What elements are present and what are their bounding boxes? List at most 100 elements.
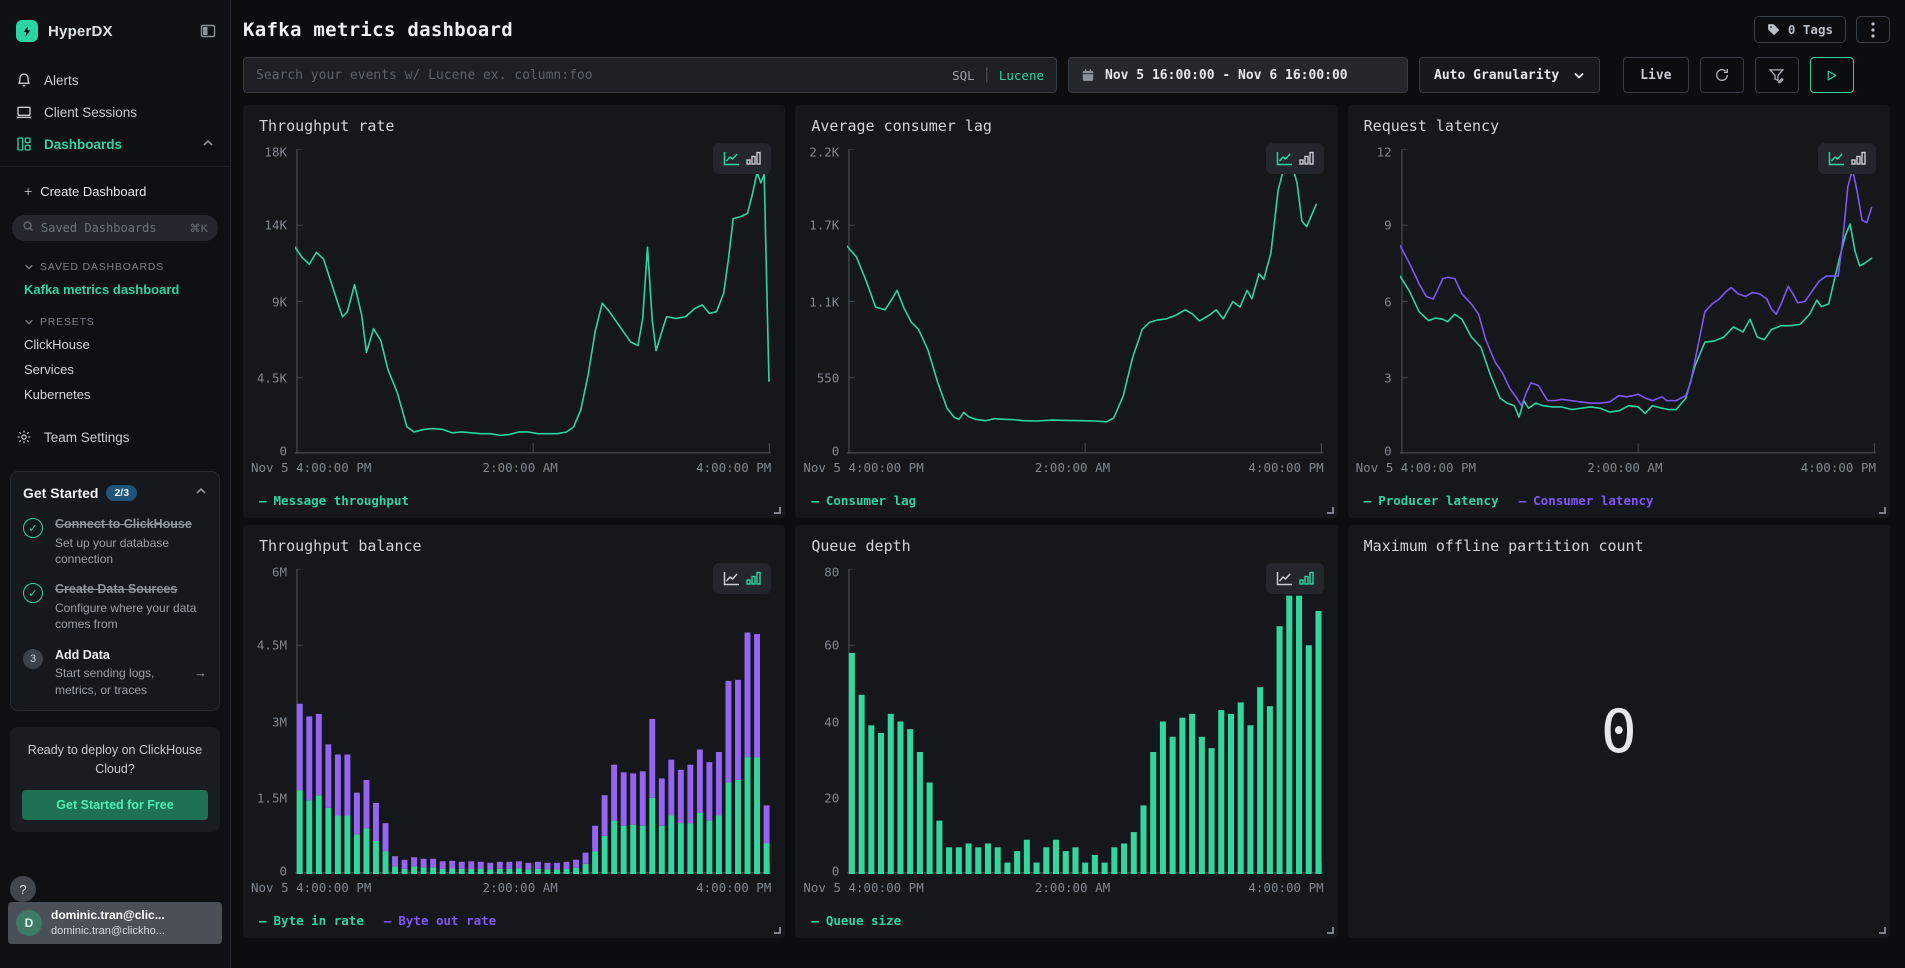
resize-handle[interactable] xyxy=(774,507,781,514)
sql-mode-toggle[interactable]: SQL xyxy=(952,68,975,83)
tags-button[interactable]: 0 Tags xyxy=(1754,16,1846,43)
check-icon: ✓ xyxy=(23,583,43,603)
user-menu[interactable]: D dominic.tran@clic... dominic.tran@clic… xyxy=(8,902,222,944)
y-axis-labels: 806040200 xyxy=(803,569,847,874)
x-tick-label: 4:00:00 PM xyxy=(1248,880,1323,895)
hyperdx-logo-icon xyxy=(16,20,38,42)
bar-chart-icon[interactable] xyxy=(746,571,761,586)
live-button[interactable]: Live xyxy=(1623,57,1688,93)
legend-label: Producer latency xyxy=(1378,493,1498,508)
resize-handle[interactable] xyxy=(774,927,781,934)
y-tick-label: 0 xyxy=(1384,444,1392,459)
get-started-step-3[interactable]: 3 Add Data Start sending logs, metrics, … xyxy=(23,647,207,698)
run-query-button[interactable] xyxy=(1810,57,1854,93)
cloud-promo-text: Ready to deploy on ClickHouse Cloud? xyxy=(22,741,208,779)
chart-legend: —Message throughput xyxy=(259,493,409,508)
presets-header[interactable]: PRESETS xyxy=(0,302,230,332)
chart-type-toggle[interactable] xyxy=(713,143,771,174)
line-chart-icon[interactable] xyxy=(1276,151,1293,166)
line-chart-icon[interactable] xyxy=(1828,151,1845,166)
y-tick-label: 6 xyxy=(1384,294,1392,309)
x-axis-labels: Nov 5 4:00:00 PM2:00:00 AM4:00:00 PM xyxy=(803,880,1323,896)
more-options-button[interactable] xyxy=(1856,16,1890,43)
y-axis-labels: 2.2K1.7K1.1K5500 xyxy=(803,149,847,454)
resize-handle[interactable] xyxy=(1879,927,1886,934)
chart-type-toggle[interactable] xyxy=(1818,143,1876,174)
legend-item: —Consumer latency xyxy=(1519,493,1654,508)
date-range-value: Nov 5 16:00:00 - Nov 6 16:00:00 xyxy=(1105,68,1348,83)
user-name: dominic.tran@clic... xyxy=(51,908,165,924)
granularity-select[interactable]: Auto Granularity xyxy=(1419,57,1600,93)
legend-swatch: — xyxy=(259,913,267,928)
x-axis-labels: Nov 5 4:00:00 PM2:00:00 AM4:00:00 PM xyxy=(251,460,771,476)
chevron-up-icon[interactable] xyxy=(195,484,207,502)
sidebar-item-kafka-dashboard[interactable]: Kafka metrics dashboard xyxy=(0,277,230,302)
legend-item: —Byte in rate xyxy=(259,913,364,928)
chart-type-toggle[interactable] xyxy=(1266,563,1324,594)
y-axis-labels: 6M4.5M3M1.5M0 xyxy=(251,569,295,874)
step-desc: Set up your database connection xyxy=(55,535,207,567)
x-tick-label: 2:00:00 AM xyxy=(483,880,558,895)
bar-chart-icon[interactable] xyxy=(1299,571,1314,586)
legend-item: —Consumer lag xyxy=(811,493,916,508)
sidebar-collapse-icon[interactable] xyxy=(200,23,216,39)
chart-type-toggle[interactable] xyxy=(713,563,771,594)
x-tick-label: Nov 5 4:00:00 PM xyxy=(1356,460,1476,475)
legend-swatch: — xyxy=(811,493,819,508)
progress-badge: 2/3 xyxy=(106,485,137,501)
refresh-button[interactable] xyxy=(1700,57,1744,93)
nav-label: Client Sessions xyxy=(44,105,137,120)
event-search-box[interactable]: SQL | Lucene xyxy=(243,57,1057,93)
team-settings-button[interactable]: Team Settings xyxy=(0,407,230,467)
bar-chart-icon[interactable] xyxy=(1851,151,1866,166)
x-tick-label: 4:00:00 PM xyxy=(696,880,771,895)
line-chart-icon[interactable] xyxy=(1276,571,1293,586)
step-number: 3 xyxy=(23,649,43,669)
resize-handle[interactable] xyxy=(1327,507,1334,514)
resize-handle[interactable] xyxy=(1879,507,1886,514)
bar-chart-icon[interactable] xyxy=(1299,151,1314,166)
tag-icon xyxy=(1767,23,1780,36)
event-search-input[interactable] xyxy=(256,68,942,83)
preset-kubernetes[interactable]: Kubernetes xyxy=(0,382,230,407)
y-tick-label: 40 xyxy=(824,714,839,729)
shortcut-hint: ⌘K xyxy=(190,222,208,235)
cloud-promo-card: Ready to deploy on ClickHouse Cloud? Get… xyxy=(10,727,220,833)
search-placeholder: Saved Dashboards xyxy=(41,221,157,235)
saved-dashboards-header[interactable]: SAVED DASHBOARDS xyxy=(0,247,230,277)
filter-button[interactable] xyxy=(1755,57,1799,93)
sidebar-item-client-sessions[interactable]: Client Sessions xyxy=(0,96,230,128)
plot-area: 6M4.5M3M1.5M0 xyxy=(251,569,771,874)
chart-title: Maximum offline partition count xyxy=(1364,537,1644,555)
stacked-bar-chart-svg xyxy=(295,569,771,874)
resize-handle[interactable] xyxy=(1327,927,1334,934)
help-button[interactable]: ? xyxy=(10,876,36,902)
plot-area: 18K14K9K4.5K0 xyxy=(251,149,771,454)
chart-type-toggle[interactable] xyxy=(1266,143,1324,174)
x-tick-label: 2:00:00 AM xyxy=(1587,460,1662,475)
brand-name: HyperDX xyxy=(48,23,113,40)
line-chart-icon[interactable] xyxy=(723,151,740,166)
sidebar-item-alerts[interactable]: Alerts xyxy=(0,64,230,96)
step-title: Add Data xyxy=(55,647,180,664)
legend-swatch: — xyxy=(811,913,819,928)
y-tick-label: 4.5M xyxy=(257,638,287,653)
date-range-picker[interactable]: Nov 5 16:00:00 - Nov 6 16:00:00 xyxy=(1068,57,1408,93)
legend-label: Consumer latency xyxy=(1533,493,1653,508)
single-value-display: 0 xyxy=(1348,525,1890,938)
line-chart-icon[interactable] xyxy=(723,571,740,586)
main-content: Kafka metrics dashboard 0 Tags SQL | Luc… xyxy=(231,0,1905,968)
get-started-step-1[interactable]: ✓ Connect to ClickHouse Set up your data… xyxy=(23,516,207,567)
saved-dashboards-search[interactable]: Saved Dashboards ⌘K xyxy=(12,215,218,241)
sidebar-item-dashboards[interactable]: Dashboards xyxy=(0,128,230,160)
chevron-down-icon xyxy=(1573,69,1585,81)
get-started-step-2[interactable]: ✓ Create Data Sources Configure where yo… xyxy=(23,581,207,632)
bar-chart-icon[interactable] xyxy=(746,151,761,166)
refresh-icon xyxy=(1714,67,1730,83)
create-dashboard-button[interactable]: + Create Dashboard xyxy=(0,167,230,209)
app-root: HyperDX Alerts Client Sessions Dashboard… xyxy=(0,0,1905,968)
get-started-free-button[interactable]: Get Started for Free xyxy=(22,790,208,820)
preset-clickhouse[interactable]: ClickHouse xyxy=(0,332,230,357)
preset-services[interactable]: Services xyxy=(0,357,230,382)
lucene-mode-toggle[interactable]: Lucene xyxy=(999,68,1044,83)
